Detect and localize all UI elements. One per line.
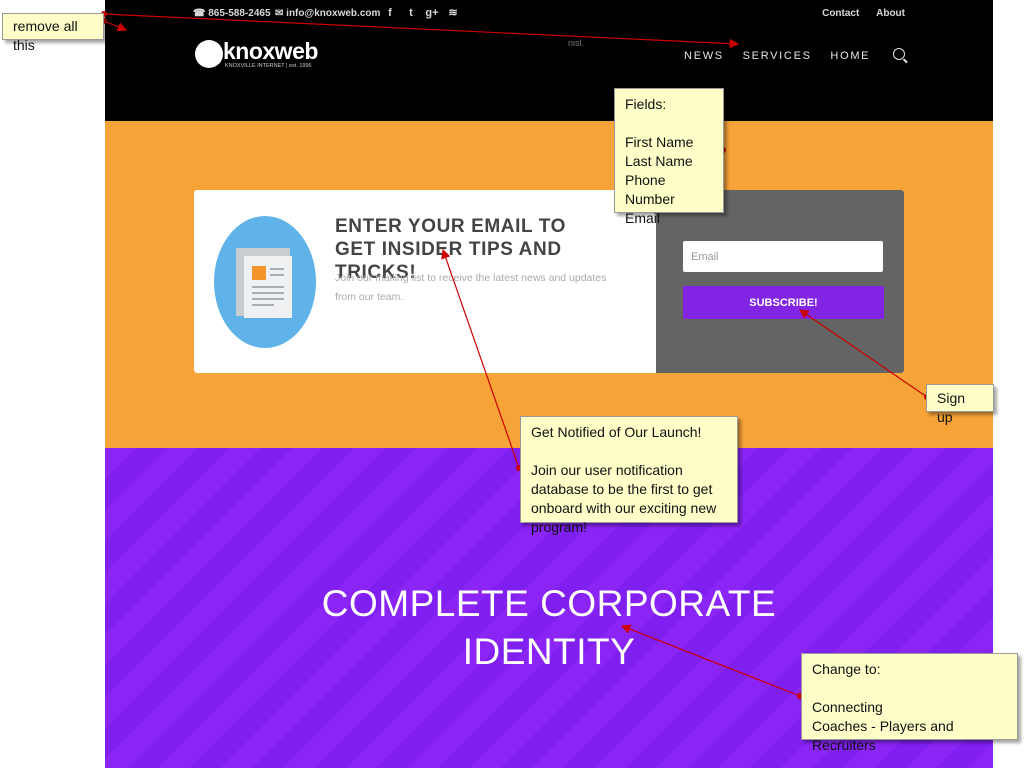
rss-icon[interactable]: ≋	[446, 6, 460, 19]
top-links: Contact About	[808, 8, 905, 19]
facebook-icon[interactable]: f	[383, 7, 397, 19]
phone-contact[interactable]: ☎ 865-588-2465	[193, 8, 271, 19]
hero-line-1: COMPLETE CORPORATE	[321, 583, 777, 624]
search-icon[interactable]	[893, 48, 905, 60]
note-notify: Get Notified of Our Launch! Join our use…	[520, 416, 738, 535]
note-signup: Sign up	[926, 384, 994, 425]
note-fields: Fields: First Name Last Name Phone Numbe…	[614, 88, 724, 226]
site-header: ☎ 865-588-2465 ✉ info@knoxweb.com f t g+ ≋ …	[105, 0, 993, 121]
optin-card: ENTER YOUR EMAIL TO GET INSIDER TIPS AND…	[194, 190, 904, 373]
google-plus-icon[interactable]: g+	[425, 7, 439, 19]
optin-section: ENTER YOUR EMAIL TO GET INSIDER TIPS AND…	[105, 121, 993, 448]
nav-home[interactable]: HOME	[830, 50, 870, 62]
logo-mark-icon	[195, 40, 223, 68]
faint-text: nisl.	[568, 38, 585, 48]
contact-link[interactable]: Contact	[822, 8, 859, 19]
twitter-icon[interactable]: t	[404, 7, 418, 19]
note-remove: remove all this	[2, 13, 104, 53]
phone-number: 865-588-2465	[208, 8, 271, 19]
newspaper-icon	[214, 216, 316, 348]
nav-news[interactable]: NEWS	[684, 50, 724, 62]
subscribe-button[interactable]: SUBSCRIBE!	[683, 286, 884, 319]
logo-tagline: KNOXVILLE INTERNET | est. 1996	[225, 63, 312, 69]
logo-text: knoxweb	[223, 38, 318, 64]
email-contact[interactable]: ✉ info@knoxweb.com	[275, 8, 380, 19]
note-change: Change to: Connecting Coaches - Players …	[801, 653, 1018, 753]
email-input[interactable]	[683, 241, 883, 272]
optin-form-panel	[656, 190, 904, 373]
email-address: info@knoxweb.com	[286, 8, 381, 19]
social-links: f t g+ ≋	[383, 6, 467, 19]
main-nav: NEWS SERVICES HOME	[670, 48, 905, 62]
about-link[interactable]: About	[876, 8, 905, 19]
optin-description: Join our mailing list to receive the lat…	[335, 272, 607, 303]
nav-services[interactable]: SERVICES	[743, 50, 812, 62]
top-bar: ☎ 865-588-2465 ✉ info@knoxweb.com f t g+ ≋ …	[193, 6, 905, 22]
